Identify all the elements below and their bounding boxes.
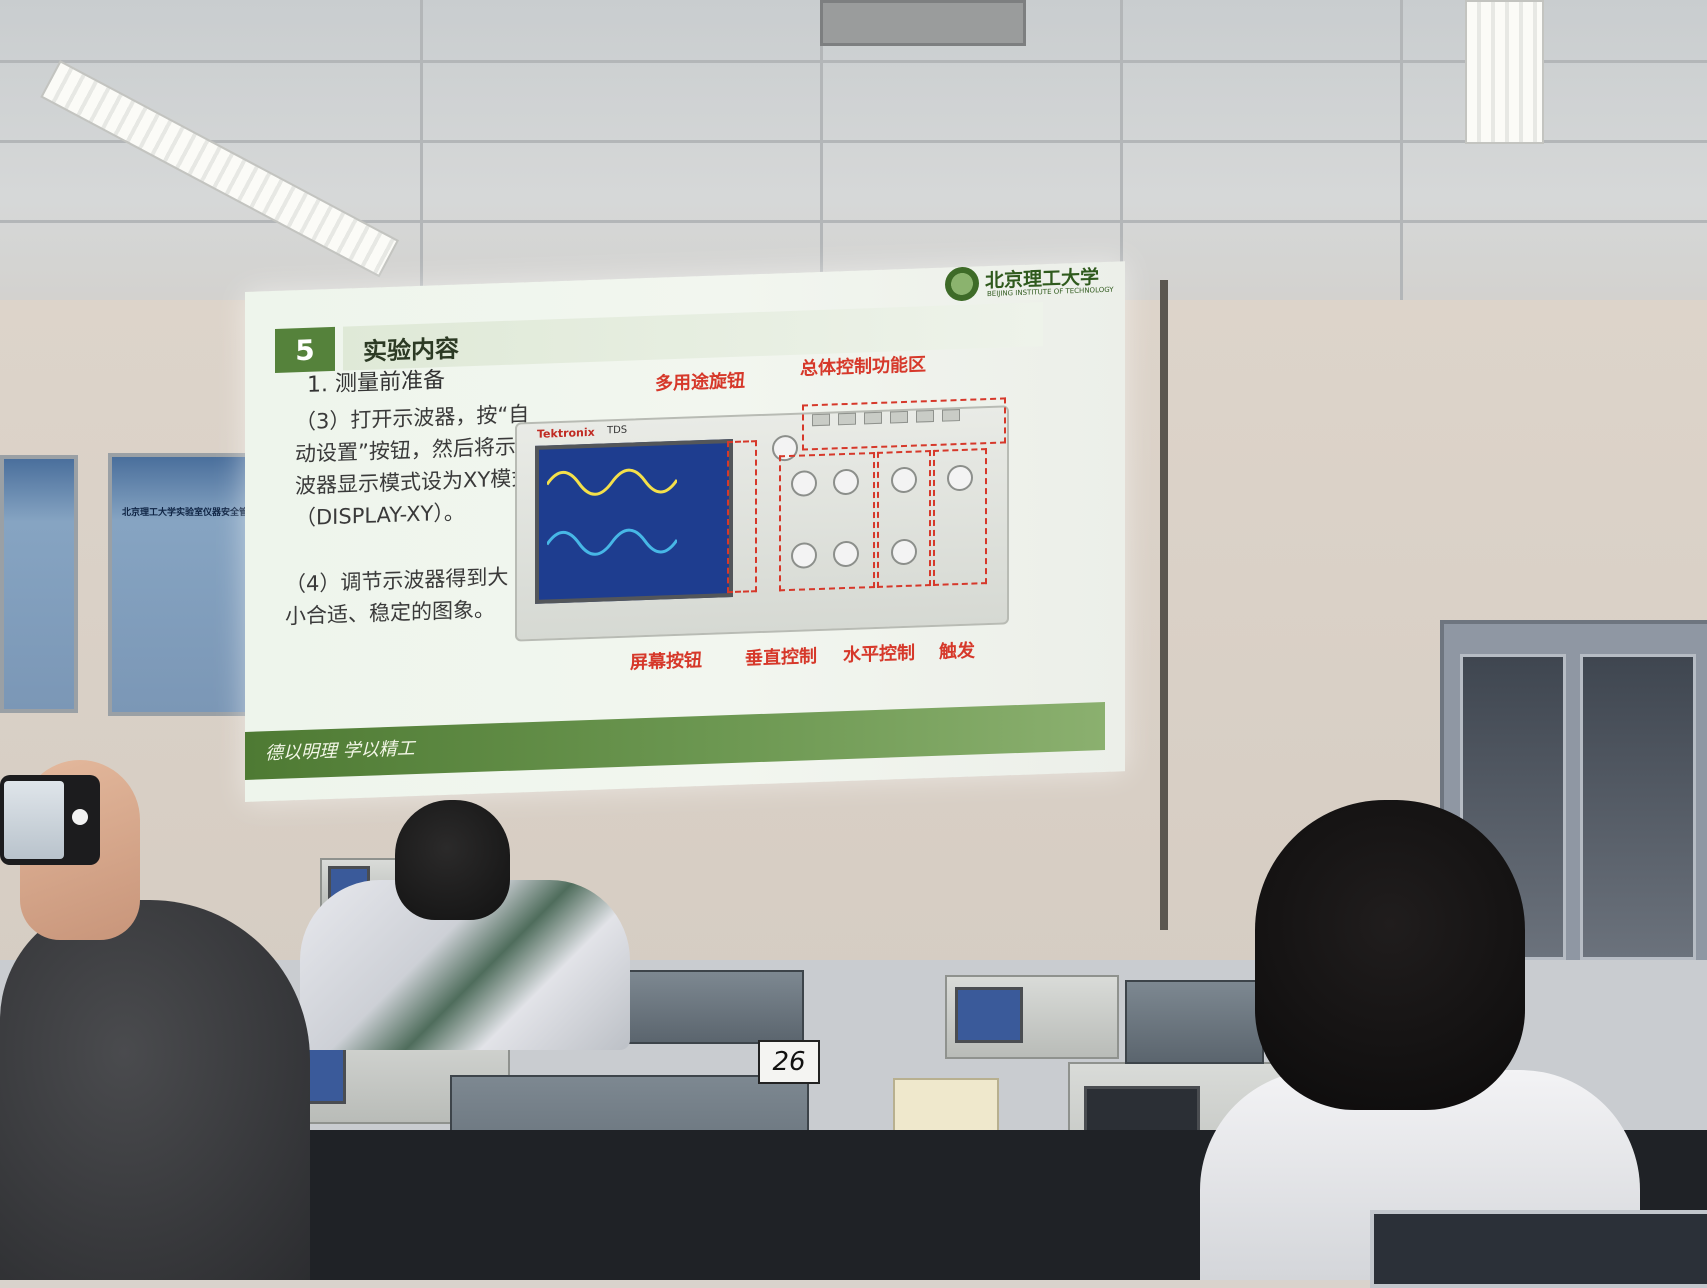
ceiling-grid-line — [1400, 0, 1403, 300]
overall-control-box — [802, 397, 1006, 451]
smartphone — [0, 775, 100, 865]
oscilloscope-right-back — [945, 975, 1119, 1059]
annotation-vertical-control: 垂直控制 — [745, 646, 817, 670]
station-number-card: 26 — [758, 1040, 820, 1084]
waveform-ch2 — [547, 528, 677, 556]
projected-slide: 5 实验内容 北京理工大学 BEIJING INSTITUTE OF TECHN… — [245, 261, 1125, 802]
vertical-position-knob — [833, 468, 859, 496]
oscilloscope-screen — [955, 987, 1023, 1043]
waveform-ch1 — [547, 468, 677, 496]
annotation-screen-buttons: 屏幕按钮 — [630, 650, 702, 674]
student-left-sleeve — [0, 900, 310, 1280]
step-3-text: （3）打开示波器，按“自动设置”按钮，然后将示波器显示模式设为XY模式（DISP… — [295, 402, 533, 531]
volts-div-knob — [791, 542, 817, 569]
control-button — [942, 409, 960, 422]
control-button — [864, 411, 882, 425]
wall-poster — [0, 455, 78, 713]
volts-div-knob — [833, 540, 859, 568]
slide-motto: 德以明理 学以精工 — [265, 738, 415, 765]
scope-screen — [535, 438, 733, 604]
shutter-button — [72, 809, 88, 825]
annotation-horizontal-control: 水平控制 — [843, 642, 915, 667]
ceiling-grid-line — [1120, 0, 1123, 300]
ceiling-grid-line — [0, 60, 1707, 63]
experiment-box-back — [615, 970, 804, 1044]
instrument-case — [1125, 980, 1264, 1064]
trigger-control-box — [933, 448, 987, 586]
trigger-level-knob — [947, 464, 973, 492]
slide-title: 实验内容 — [363, 334, 459, 366]
ceiling-grid-line — [0, 220, 1707, 223]
control-button — [812, 413, 830, 427]
university-logo — [945, 266, 979, 302]
student-right-hair — [1255, 800, 1525, 1110]
ceiling-grid-line — [0, 140, 1707, 143]
oscilloscope-diagram: Tektronix TDS — [515, 397, 1009, 642]
scope-model: TDS — [607, 424, 628, 437]
ceiling-light — [40, 60, 400, 278]
vertical-control-box — [779, 451, 875, 592]
subsection-title: 1. 测量前准备 — [307, 368, 445, 398]
annotation-trigger: 触发 — [939, 640, 975, 663]
annotation-overall-control: 总体控制功能区 — [800, 354, 926, 380]
step-4-text: （4）调节示波器得到大小合适、稳定的图象。 — [285, 564, 509, 629]
scope-brand: Tektronix — [537, 425, 595, 441]
ceiling-grid-line — [420, 0, 423, 300]
vertical-position-knob — [791, 470, 817, 497]
student-middle-head — [395, 800, 510, 920]
sec-div-knob — [891, 538, 917, 566]
monitor-corner — [1370, 1210, 1707, 1288]
screen-buttons-box — [727, 440, 757, 594]
control-button — [890, 410, 908, 424]
ceiling-light — [1465, 0, 1544, 144]
control-button — [916, 409, 934, 423]
slide-section-number: 5 — [275, 326, 335, 373]
horizontal-position-knob — [891, 466, 917, 494]
control-button — [838, 412, 856, 426]
horizontal-control-box — [877, 450, 931, 588]
wall-pillar — [1160, 280, 1168, 930]
air-vent — [820, 0, 1026, 46]
phone-screen — [4, 781, 64, 859]
annotation-multi-knob: 多用途旋钮 — [655, 370, 745, 395]
cabinet-door — [1580, 654, 1696, 960]
